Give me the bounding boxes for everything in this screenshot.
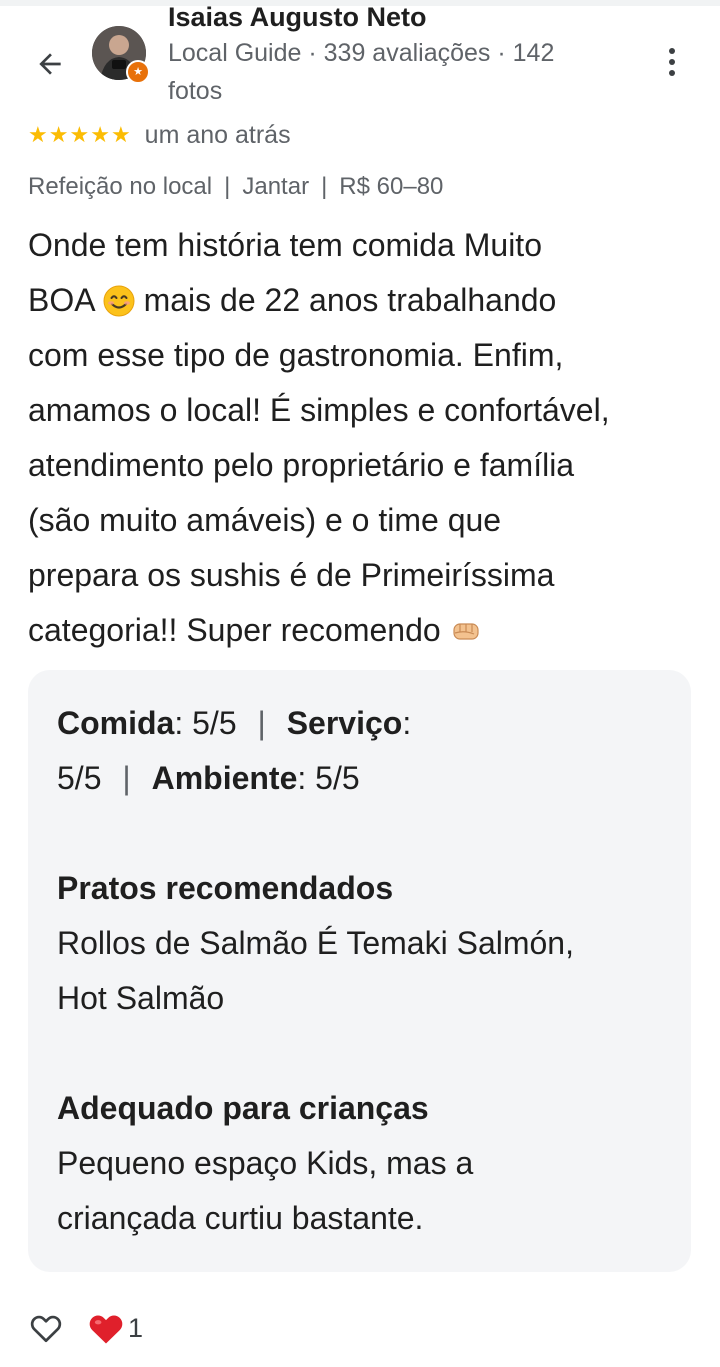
kids-text: criançada curtiu bastante. (57, 1200, 424, 1236)
like-button[interactable] (28, 1310, 64, 1346)
dishes-text: Rollos de Salmão É Temaki Salmón, (57, 925, 574, 961)
ambience-value: : 5/5 (297, 760, 360, 796)
review-line: (são muito amáveis) e o time que (28, 502, 502, 538)
service-value: 5/5 (57, 760, 102, 796)
review-details: Comida: 5/5 | Serviço: 5/5 | Ambiente: 5… (57, 696, 657, 1246)
local-guide-badge-icon: ★ (126, 60, 150, 84)
star-rating: ★ ★ ★ ★ ★ (28, 124, 131, 146)
heart-outline-icon (30, 1315, 62, 1343)
ratings-line: 5/5 | Ambiente: 5/5 (57, 760, 360, 796)
tag-price: R$ 60–80 (339, 173, 444, 200)
avatar[interactable]: ★ (92, 26, 150, 84)
dishes-text: Hot Salmão (57, 980, 225, 1016)
review-line: prepara os sushis é de Primeiríssima (28, 557, 555, 593)
food-label: Comida (57, 705, 175, 741)
star-icon: ★ (90, 122, 110, 147)
food-value: : 5/5 (174, 705, 237, 741)
review-line: atendimento pelo proprietário e família (28, 447, 575, 483)
back-arrow-icon (39, 53, 61, 75)
review-line: categoria!! Super recomendo (28, 603, 703, 658)
more-vert-icon (669, 48, 675, 54)
reviewer-name[interactable]: Isaias Augusto Neto (168, 2, 427, 33)
tag-service: Refeição no local (28, 173, 213, 200)
tag-separator: | (224, 173, 231, 200)
back-button[interactable] (30, 44, 70, 84)
tag-meal: Jantar (242, 173, 310, 200)
review-text: Onde tem história tem comida Muito BOA m… (28, 218, 703, 658)
star-icon: ★ (28, 122, 48, 147)
more-options-button[interactable] (652, 40, 692, 84)
reviewer-meta: Local Guide · 339 avaliações · 142 fotos (168, 39, 555, 105)
review-time: um ano atrás (144, 120, 291, 149)
review-line: com esse tipo de gastronomia. Enfim, (28, 337, 564, 373)
tag-separator: | (321, 173, 328, 200)
review-line: BOA mais de 22 anos trabalhando (28, 282, 557, 318)
star-icon: ★ (69, 122, 90, 147)
red-heart-icon (89, 1315, 123, 1344)
service-label: Serviço (286, 705, 403, 741)
review-actions: 1 (28, 1308, 143, 1348)
review-tags: Refeição no local | Jantar | R$ 60–80 (28, 168, 443, 206)
kids-text: Pequeno espaço Kids, mas a (57, 1145, 474, 1181)
kids-heading: Adequado para crianças (57, 1090, 429, 1126)
reaction-summary[interactable]: 1 (86, 1310, 143, 1346)
dishes-heading: Pratos recomendados (57, 870, 394, 906)
star-icon: ★ (48, 122, 69, 147)
ambience-label: Ambiente (151, 760, 298, 796)
star-icon: ★ (110, 122, 131, 147)
smiling-face-emoji (103, 285, 135, 317)
review-details-box: Comida: 5/5 | Serviço: 5/5 | Ambiente: 5… (28, 670, 691, 1272)
fist-emoji (452, 623, 479, 640)
reaction-count: 1 (128, 1312, 144, 1343)
ratings-line: Comida: 5/5 | Serviço: (57, 705, 412, 741)
review-line: amamos o local! É simples e confortável, (28, 392, 610, 428)
review-line: Onde tem história tem comida Muito (28, 227, 542, 263)
rating-row: ★ ★ ★ ★ ★ um ano atrás (28, 117, 291, 153)
